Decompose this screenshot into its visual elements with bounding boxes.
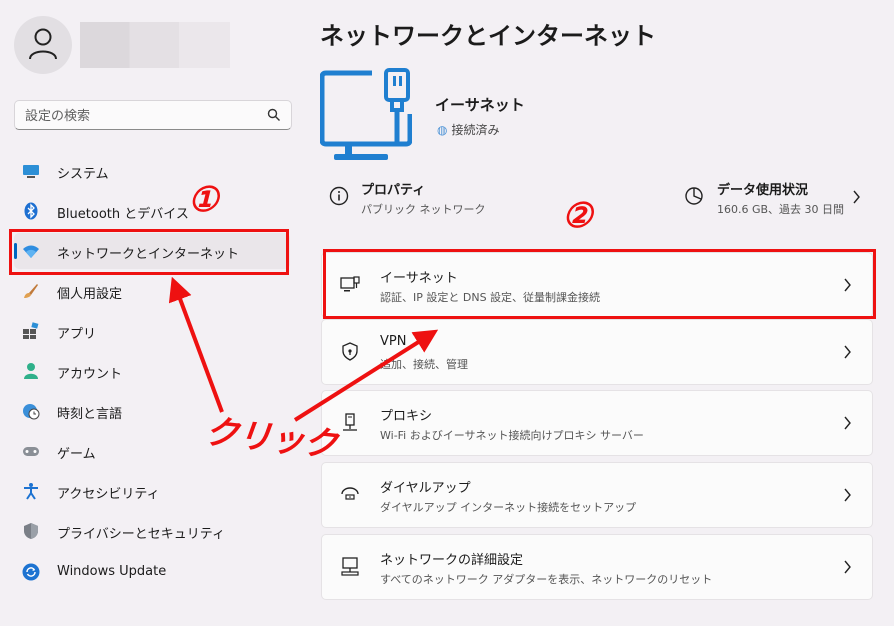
- annotation-arrows: [168, 276, 439, 422]
- arrow-to-ethernet: [293, 329, 439, 422]
- arrow-to-network: [168, 276, 224, 413]
